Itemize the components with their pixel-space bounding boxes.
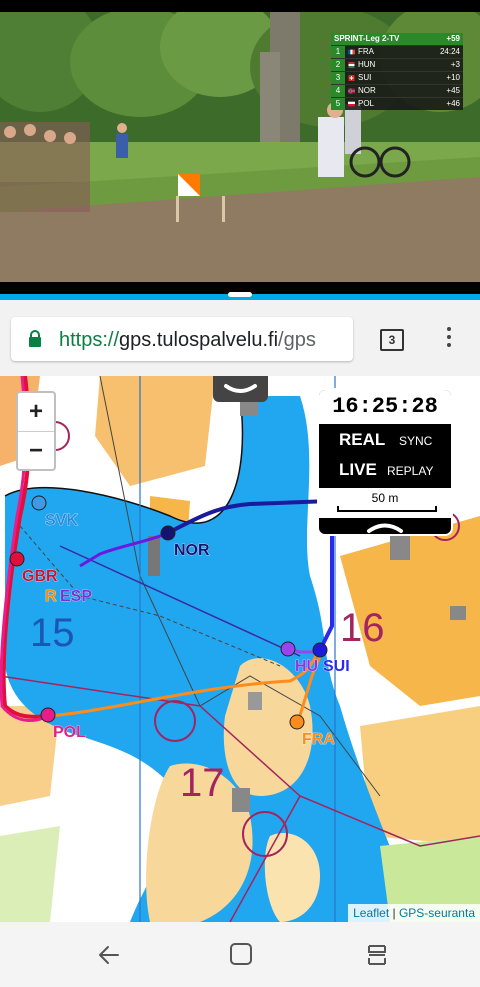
control-number-16: 16: [340, 606, 385, 650]
attribution-separator: |: [389, 906, 399, 920]
team-marker-sui[interactable]: [312, 642, 328, 658]
clock-display: 16:25:28: [319, 390, 451, 424]
tab-switcher-button[interactable]: 3: [380, 329, 404, 351]
team-name: HUN: [358, 60, 376, 69]
url-text[interactable]: https://gps.tulospalvelu.fi/gps: [59, 329, 316, 352]
real-mode-button[interactable]: REAL: [339, 430, 385, 450]
zoom-control: + −: [16, 391, 56, 471]
team-time: +46: [446, 99, 460, 108]
replay-button[interactable]: REPLAY: [387, 464, 433, 478]
team-label-r: R: [45, 588, 57, 605]
control-number-15: 15: [30, 611, 75, 655]
team-label-hu: HU: [295, 658, 318, 675]
leaderboard-row: 1 FRA 24:24: [331, 45, 463, 58]
team-label-gbr: GBR: [22, 568, 58, 585]
browser-toolbar: https://gps.tulospalvelu.fi/gps 3: [0, 300, 480, 376]
leaflet-link[interactable]: Leaflet: [353, 906, 389, 920]
team-label-pol: POL: [53, 724, 86, 741]
flag-pol-icon: [348, 101, 355, 107]
team-marker-nor[interactable]: [160, 525, 176, 541]
team-name: POL: [358, 99, 375, 108]
team-marker-fra[interactable]: [289, 714, 305, 730]
url-host: gps.tulospalvelu.fi: [119, 329, 279, 351]
rank: 2: [331, 59, 345, 71]
team-label-svk: SVK: [45, 512, 78, 529]
team-time: 24:24: [439, 47, 460, 56]
flag-fra-icon: [348, 49, 355, 55]
flag-sui-icon: [348, 75, 355, 81]
leaderboard-lead-gap: +59: [446, 34, 460, 43]
address-bar[interactable]: https://gps.tulospalvelu.fi/gps: [11, 317, 353, 361]
rank: 4: [331, 85, 345, 97]
scale-label: 50 m: [371, 491, 399, 505]
leaderboard-row: 2 HUN +3: [331, 58, 463, 71]
video-player[interactable]: SPRINT-Leg 2-TV +59 1 FRA 24:24 2 HUN +3…: [0, 0, 480, 294]
zoom-out-button[interactable]: −: [18, 432, 54, 470]
collapse-panel-button[interactable]: [213, 376, 268, 402]
team-time: +10: [446, 73, 460, 82]
rank: 3: [331, 72, 345, 84]
home-icon[interactable]: [229, 942, 253, 966]
gps-seuranta-link[interactable]: GPS-seuranta: [399, 906, 475, 920]
leaderboard-row: 4 NOR +45: [331, 84, 463, 97]
team-marker-hu[interactable]: [280, 641, 296, 657]
url-scheme: https://: [59, 329, 120, 351]
team-label-nor: NOR: [174, 542, 210, 559]
live-mode-button[interactable]: LIVE: [339, 460, 377, 480]
url-path: /gps: [278, 329, 316, 351]
time-control-panel: 16:25:28 REAL SYNC LIVE REPLAY 50 m: [317, 388, 453, 536]
leaderboard-row: 3 SUI +10: [331, 71, 463, 84]
team-label-fra: FRA: [302, 731, 335, 748]
scale-line: [337, 506, 437, 512]
lock-icon: [29, 330, 41, 347]
recents-icon[interactable]: [364, 942, 390, 968]
leaderboard: SPRINT-Leg 2-TV +59 1 FRA 24:24 2 HUN +3…: [331, 33, 463, 110]
map-view[interactable]: 15 16 17 SVK NOR GBR R ESP HU SUI POL FR…: [0, 376, 480, 922]
sync-button[interactable]: SYNC: [399, 434, 432, 448]
chevron-down-icon: [224, 384, 257, 393]
more-vert-icon[interactable]: [444, 327, 454, 351]
flag-hun-icon: [348, 62, 355, 68]
leaderboard-header: SPRINT-Leg 2-TV +59: [331, 33, 463, 45]
flag-nor-icon: [348, 88, 355, 94]
system-navigation-bar: [0, 922, 480, 987]
map-attribution: Leaflet | GPS-seuranta: [348, 904, 480, 922]
team-label-esp: ESP: [60, 588, 92, 605]
rank: 1: [331, 46, 345, 58]
chevron-up-icon[interactable]: [363, 518, 407, 534]
team-name: SUI: [358, 73, 372, 82]
team-time: +45: [446, 86, 460, 95]
scale-bar: 50 m: [319, 488, 451, 518]
team-name: FRA: [358, 47, 374, 56]
leaderboard-title: SPRINT-Leg 2-TV: [334, 34, 400, 43]
team-marker-svk[interactable]: [31, 495, 47, 511]
rank: 5: [331, 98, 345, 110]
team-marker-gbr[interactable]: [9, 551, 25, 567]
back-icon[interactable]: [96, 942, 122, 968]
team-marker-pol[interactable]: [40, 707, 56, 723]
leaderboard-row: 5 POL +46: [331, 97, 463, 110]
team-time: +3: [450, 60, 460, 69]
team-label-sui: SUI: [323, 658, 350, 675]
team-name: NOR: [358, 86, 376, 95]
zoom-in-button[interactable]: +: [18, 393, 54, 432]
control-number-17: 17: [180, 761, 225, 805]
split-screen-handle[interactable]: [228, 292, 252, 297]
